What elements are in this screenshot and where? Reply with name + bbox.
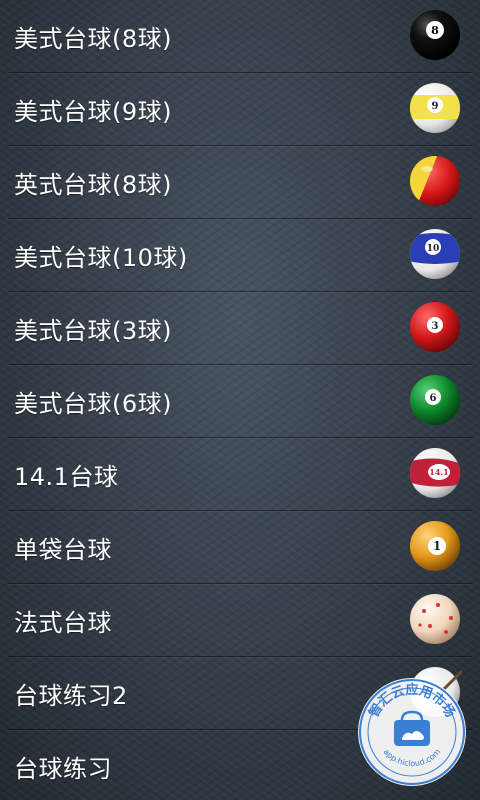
- list-item-american-6-ball[interactable]: 美式台球(6球) 6: [0, 365, 480, 438]
- list-item-label: 单袋台球: [14, 535, 112, 564]
- svg-text:3: 3: [432, 321, 439, 332]
- list-item-american-9-ball[interactable]: 美式台球(9球) 9: [0, 73, 480, 146]
- list-item-american-10-ball[interactable]: 美式台球(10球) 10: [0, 219, 480, 292]
- svg-text:6: 6: [430, 393, 437, 404]
- list-item-american-3-ball[interactable]: 美式台球(3球) 3: [0, 292, 480, 365]
- nine-ball-icon: 9: [408, 81, 462, 135]
- shopping-bag-icon: [394, 720, 430, 746]
- list-item-one-pocket[interactable]: 单袋台球 1: [0, 511, 480, 584]
- list-item-14-1-ball[interactable]: 14.1台球 14.1: [0, 438, 480, 511]
- svg-text:9: 9: [432, 101, 439, 112]
- list-item-label: 法式台球: [14, 608, 112, 637]
- six-ball-icon: 6: [408, 373, 462, 427]
- list-item-label: 美式台球(3球): [14, 316, 172, 345]
- list-item-carom[interactable]: 法式台球: [0, 584, 480, 657]
- red-yellow-ball-icon: [408, 154, 462, 208]
- fourteen-one-ball-icon: 14.1: [408, 446, 462, 500]
- one-ball-icon: 1: [408, 519, 462, 573]
- svg-text:8: 8: [431, 24, 439, 37]
- eight-ball-icon: 8: [408, 8, 462, 62]
- list-item-label: 美式台球(6球): [14, 389, 172, 418]
- svg-text:1: 1: [433, 539, 441, 553]
- ten-ball-icon: 10: [408, 227, 462, 281]
- list-item-label: 美式台球(8球): [14, 24, 172, 53]
- svg-text:14.1: 14.1: [429, 467, 448, 477]
- list-item-label: 美式台球(9球): [14, 97, 172, 126]
- list-item-american-8-ball[interactable]: 美式台球(8球) 8: [0, 0, 480, 73]
- list-item-english-8-ball[interactable]: 英式台球(8球): [0, 146, 480, 219]
- list-item-label: 台球练习: [14, 754, 112, 783]
- svg-text:10: 10: [427, 244, 440, 254]
- list-item-label: 台球练习2: [14, 681, 128, 710]
- list-item-label: 14.1台球: [14, 462, 119, 491]
- list-item-label: 美式台球(10球): [14, 243, 188, 272]
- carom-ball-icon: [408, 592, 462, 646]
- app-market-watermark: 智汇云应用市场 app.hicloud.com: [356, 676, 468, 788]
- three-ball-icon: 3: [408, 300, 462, 354]
- list-item-label: 英式台球(8球): [14, 170, 172, 199]
